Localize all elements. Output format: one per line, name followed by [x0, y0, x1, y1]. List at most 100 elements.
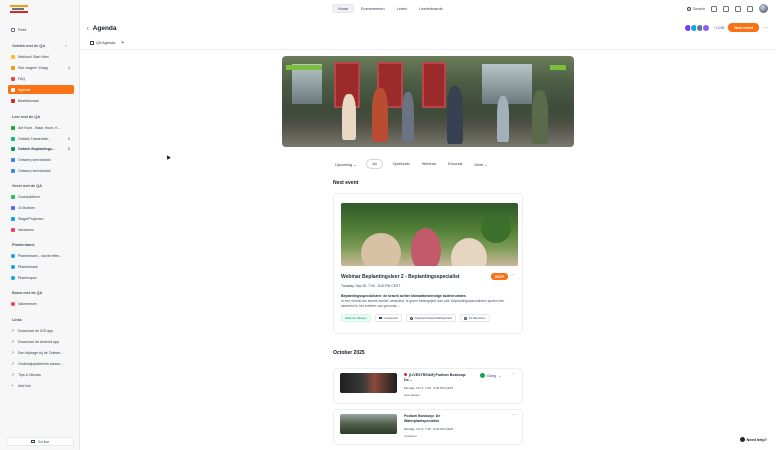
- sidebar-item-vragen[interactable]: Stel vragen! Vraag 4: [8, 63, 74, 72]
- group-options-icon[interactable]: ··· +: [52, 44, 69, 48]
- next-event-card[interactable]: Webinar Beplantingsleer 2 - Beplantingss…: [333, 193, 523, 334]
- shop-icon: [11, 98, 15, 103]
- user-avatar[interactable]: [759, 4, 768, 13]
- nav-home[interactable]: Home: [332, 4, 355, 13]
- sidebar-item-vakmensen[interactable]: Vakmensen: [8, 299, 74, 308]
- banner-ground: [282, 121, 574, 147]
- sidebar-link[interactable]: ↗ Download de iOS app: [8, 326, 74, 335]
- new-event-button[interactable]: New event: [728, 23, 759, 32]
- sidebar-item-label: Download de iOS app: [18, 328, 53, 333]
- sidebar-item-course[interactable]: Ontdek Beplantings... 2: [8, 144, 74, 153]
- sidebar-item-label: Onderwijsplatforms wesse...: [18, 361, 63, 366]
- grid-icon[interactable]: [747, 5, 753, 12]
- image-blob: [361, 233, 401, 266]
- sidebar-item-groei[interactable]: 10 Boeken: [8, 203, 74, 212]
- upcoming-dropdown[interactable]: Upcoming ⌄: [333, 162, 358, 167]
- sidebar-item-groei[interactable]: Vacatures: [8, 225, 74, 234]
- live-icon: [404, 373, 407, 376]
- sidebar-item-plant[interactable]: Plantenbank - stovie effec...: [8, 251, 74, 260]
- event-title[interactable]: Podium Boskoop: De Waterplantspecialist: [404, 414, 474, 424]
- sidebar-item-welkom[interactable]: Welkom! Start Hier!: [8, 52, 74, 61]
- rsvp-badge[interactable]: RSVP: [491, 273, 508, 280]
- top-navigation: Home Evenementen Leden Leaderboards: [332, 4, 448, 13]
- globe-icon: [11, 275, 15, 280]
- filter-excursie[interactable]: Excursie: [446, 162, 465, 166]
- sidebar-item-plant[interactable]: Plantenbank: [8, 262, 74, 271]
- nav-leaderboards[interactable]: Leaderboards: [414, 4, 447, 13]
- community-logo[interactable]: [10, 5, 28, 13]
- nav-leden[interactable]: Leden: [392, 4, 413, 13]
- agenda-tabs: QA Agenda +: [90, 40, 124, 46]
- header-divider: [80, 49, 776, 50]
- member-avatars[interactable]: [683, 23, 710, 32]
- add-link[interactable]: + Add link: [8, 381, 74, 390]
- sidebar-item-label: Plantenquiz: [18, 275, 37, 280]
- search-label: Search: [692, 6, 705, 11]
- banner-window: [292, 64, 322, 104]
- page-title-text: Agenda: [92, 25, 117, 32]
- user-icon: [410, 316, 414, 320]
- chevron-left-icon[interactable]: ‹: [87, 26, 89, 32]
- sidebar-item-agenda[interactable]: Agenda: [8, 85, 74, 94]
- search-button[interactable]: Search: [686, 6, 705, 11]
- event-title[interactable]: Webinar Beplantingsleer 2 - Beplantingss…: [341, 274, 460, 280]
- event-subtitle: Beplantingsspecialisten: de kracht achte…: [341, 294, 466, 298]
- sidebar-item-groei[interactable]: Stage/Projecten: [8, 214, 74, 223]
- bookmark-icon[interactable]: [735, 5, 741, 12]
- help-label: Need help?: [746, 437, 767, 442]
- sidebar-item-groei[interactable]: Groeiplatform: [8, 192, 74, 201]
- home-icon: [11, 27, 15, 32]
- add-tab-button[interactable]: +: [121, 40, 124, 46]
- sidebar-link[interactable]: ↗ Tips & Nieuws: [8, 370, 74, 379]
- banner-door: [422, 62, 446, 108]
- sidebar-item-label: Tips & Nieuws: [18, 372, 41, 377]
- sprout-icon: [11, 194, 15, 199]
- video-icon: [30, 440, 35, 443]
- avatar: [701, 23, 710, 32]
- sidebar-item-faq[interactable]: FAQ: [8, 74, 74, 83]
- banner-person: [532, 90, 548, 144]
- filter-opleiding[interactable]: Opleiholer: [391, 162, 412, 166]
- more-options-icon[interactable]: ···: [763, 25, 768, 31]
- external-link-icon: ↗: [11, 371, 15, 377]
- event-title-text: [LIVESTREAM] Podium Boskoop: De...: [404, 373, 467, 382]
- agenda-banner-image: [282, 56, 574, 147]
- sidebar-item-bestelkanaal[interactable]: Bestelkanaal: [8, 96, 74, 105]
- sidebar-link[interactable]: ↗ Onderwijsplatforms wesse...: [8, 359, 74, 368]
- sidebar-item-course[interactable]: Ant Kant - Waar, Ihure, K...: [8, 123, 74, 132]
- sidebar-item-feed[interactable]: Feed: [8, 25, 74, 34]
- go-live-button[interactable]: Go live: [6, 437, 74, 446]
- event-location: Live stream: [404, 393, 420, 397]
- filter-webinar[interactable]: Webinar: [420, 162, 438, 166]
- sidebar-item-course[interactable]: Ontdek Tuinarchite... 5: [8, 134, 74, 143]
- need-help-button[interactable]: Need help?: [739, 437, 767, 442]
- going-status[interactable]: Going ⌄: [480, 373, 501, 378]
- banner-window: [482, 64, 532, 104]
- sidebar-link[interactable]: ↗ Een bijdrage bij de Ontwer...: [8, 348, 74, 357]
- tab-qa-agenda[interactable]: QA Agenda: [90, 41, 115, 45]
- bell-icon[interactable]: [711, 5, 717, 12]
- sidebar-item-course[interactable]: Ontwerp kennisbank: [8, 166, 74, 175]
- sidebar-item-label: Add link: [18, 383, 31, 388]
- nav-evenementen[interactable]: Evenementen: [356, 4, 389, 13]
- sidebar-item-course[interactable]: Ontwerp kennisbank: [8, 155, 74, 164]
- event-more-icon[interactable]: ···: [512, 412, 517, 417]
- sidebar-item-label: Download de Android app: [18, 339, 60, 344]
- megaphone-icon: [11, 227, 15, 232]
- chat-icon[interactable]: [723, 5, 729, 12]
- event-more-icon[interactable]: ···: [512, 371, 517, 376]
- event-list-item[interactable]: Podium Boskoop: De Waterplantspecialist …: [333, 409, 523, 445]
- sidebar-group-title: Ontdek met de QA: [12, 44, 46, 48]
- sidebar-link[interactable]: ↗ Download de Android app: [8, 337, 74, 346]
- sidebar-item-plant[interactable]: Plantenquiz: [8, 273, 74, 282]
- check-icon: [480, 373, 485, 378]
- filter-all[interactable]: All: [366, 159, 383, 169]
- event-thumbnail: [340, 373, 397, 393]
- sidebar-item-label: Plantenbank - stovie effec...: [18, 253, 63, 258]
- question-icon: [11, 65, 15, 70]
- event-list-item[interactable]: [LIVESTREAM] Podium Boskoop: De... Monda…: [333, 368, 523, 404]
- event-title[interactable]: [LIVESTREAM] Podium Boskoop: De...: [404, 373, 474, 383]
- calendar-icon: [90, 41, 94, 45]
- filter-more-dropdown[interactable]: More ⌄: [473, 162, 490, 167]
- event-more-icon[interactable]: ···: [510, 272, 515, 277]
